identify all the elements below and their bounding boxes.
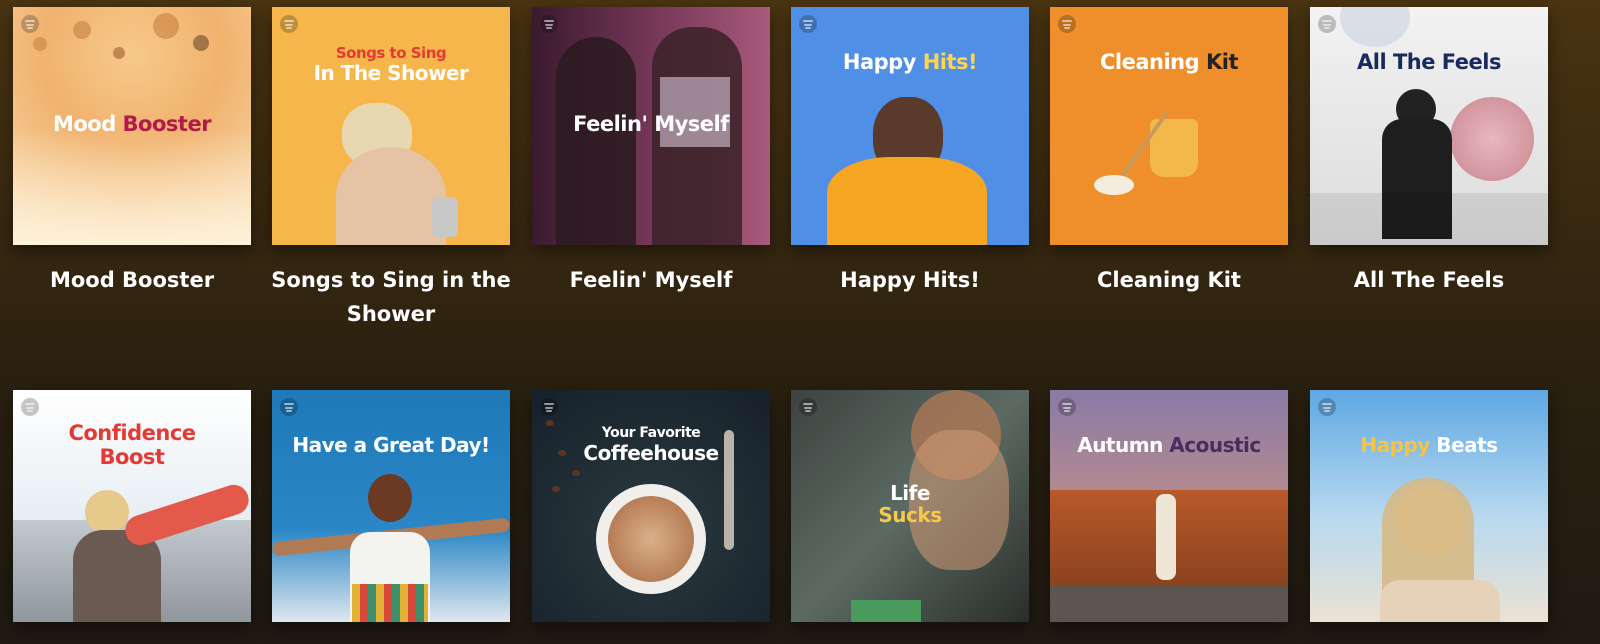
cover-word-1: Confidence (68, 421, 196, 445)
cover-title: Happy Hits! (799, 50, 1021, 75)
cover-word-1: Happy (842, 50, 923, 74)
cover-word-2: Acoustic (1169, 433, 1261, 457)
spotify-logo-icon (1058, 15, 1076, 33)
cover-word-2: Hits! (922, 50, 978, 74)
playlist-title[interactable]: Happy Hits! (785, 263, 1035, 297)
playlist-cover-image[interactable]: Happy Beats (1310, 390, 1548, 622)
cover-word-2: Feels (1441, 50, 1502, 74)
playlist-cover-image[interactable]: Happy Hits! (791, 7, 1029, 245)
playlist-title[interactable]: Mood Booster (7, 263, 257, 297)
playlist-cover-image[interactable]: Autumn Acoustic (1050, 390, 1288, 622)
cover-word-1: Mood (52, 112, 123, 136)
playlist-cover-image[interactable]: All The Feels (1310, 7, 1548, 245)
playlist-title[interactable]: Feelin' Myself (526, 263, 776, 297)
cover-word-2: Sucks (878, 503, 942, 528)
cover-title: Have a Great Day! (280, 434, 502, 456)
cover-word-1: Autumn (1077, 433, 1170, 457)
playlist-cover-image[interactable]: Feelin' Myself (532, 7, 770, 245)
cover-word-1: Have a Great Day! (292, 433, 490, 457)
cover-word-1: Life (890, 481, 930, 505)
playlist-cover-image[interactable]: Life Sucks (791, 390, 1029, 622)
playlist-cover-image[interactable]: Mood Booster (13, 7, 251, 245)
cover-title: Songs to Sing In The Shower (280, 45, 502, 84)
cover-title: Mood Booster (21, 112, 243, 137)
cover-title: All The Feels (1318, 50, 1540, 75)
spotify-logo-icon (540, 398, 558, 416)
playlist-title[interactable]: All The Feels (1304, 263, 1554, 297)
playlist-grid: Mood Booster Mood Booster Songs to Sing I… (0, 0, 1600, 644)
cover-title: Happy Beats (1318, 434, 1540, 456)
cover-title: Cleaning Kit (1058, 50, 1280, 75)
cover-title: Autumn Acoustic (1058, 434, 1280, 456)
cover-subtitle: Your Favorite (601, 425, 701, 441)
spotify-logo-icon (799, 398, 817, 416)
spotify-logo-icon (1318, 15, 1336, 33)
cover-title: Your Favorite Coffeehouse (540, 425, 762, 465)
spotify-logo-icon (1318, 398, 1336, 416)
spotify-logo-icon (799, 15, 817, 33)
cover-word-2: Coffeehouse (583, 440, 719, 465)
spotify-logo-icon (21, 15, 39, 33)
spotify-logo-icon (21, 398, 39, 416)
spotify-logo-icon (540, 15, 558, 33)
cover-title: Feelin' Myself (540, 112, 762, 137)
cover-title: Confidence Boost (21, 421, 243, 469)
playlist-cover-image[interactable]: Songs to Sing In The Shower (272, 7, 510, 245)
cover-word-1: Feelin' (573, 112, 655, 136)
cover-word-2: Beats (1436, 433, 1498, 457)
cover-word-1: Cleaning (1100, 50, 1206, 74)
cover-title: Life Sucks (799, 482, 1021, 527)
spotify-logo-icon (1058, 398, 1076, 416)
cover-word-2: Boost (99, 444, 165, 469)
cover-word-2: Myself (654, 112, 729, 136)
playlist-title[interactable]: Songs to Sing in the Shower (266, 263, 516, 331)
cover-word-1: All The (1357, 50, 1442, 74)
cover-word-2: Booster (122, 112, 212, 136)
cover-word-2: Kit (1205, 50, 1239, 74)
spotify-logo-icon (280, 398, 298, 416)
playlist-cover-image[interactable]: Cleaning Kit (1050, 7, 1288, 245)
cover-word-1: Happy (1360, 433, 1437, 457)
cover-subtitle: Songs to Sing (335, 44, 447, 62)
spotify-logo-icon (280, 15, 298, 33)
playlist-cover-image[interactable]: Have a Great Day! (272, 390, 510, 622)
playlist-title[interactable]: Cleaning Kit (1044, 263, 1294, 297)
playlist-cover-image[interactable]: Your Favorite Coffeehouse (532, 390, 770, 622)
playlist-cover-image[interactable]: Confidence Boost (13, 390, 251, 622)
cover-word-2: In The Shower (313, 60, 469, 85)
